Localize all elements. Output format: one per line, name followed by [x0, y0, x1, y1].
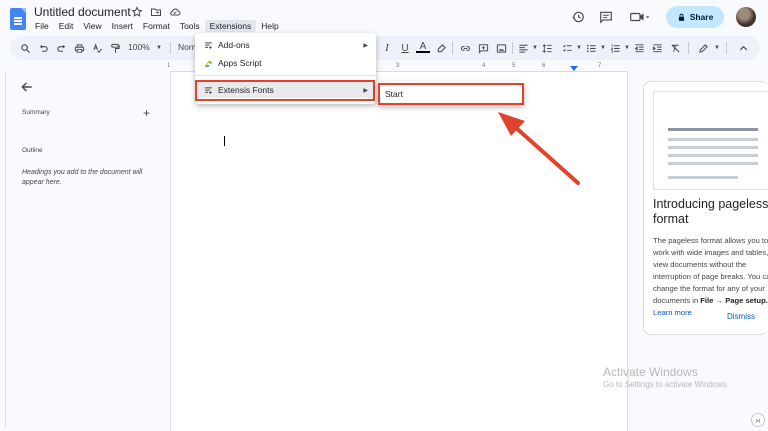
- search-menus-icon[interactable]: [18, 41, 32, 55]
- toolbar-divider: [726, 42, 727, 54]
- menu-divider: [195, 75, 376, 76]
- insert-link-icon[interactable]: [458, 41, 472, 55]
- comments-icon[interactable]: [598, 9, 614, 25]
- apps-script-icon: [203, 58, 213, 68]
- star-icon[interactable]: [130, 5, 143, 18]
- editing-mode-chevron-down-icon[interactable]: ▼: [710, 41, 724, 55]
- menu-item-apps-script[interactable]: Apps Script: [195, 55, 376, 71]
- ruler-tick: 5: [512, 63, 516, 69]
- dismiss-button[interactable]: Dismiss: [727, 312, 755, 321]
- zoom-chevron-down-icon[interactable]: ▼: [152, 41, 166, 55]
- ruler-tick: 4: [482, 63, 486, 69]
- highlight-color-icon[interactable]: [434, 41, 448, 55]
- zoom-select[interactable]: 100%: [128, 42, 150, 52]
- undo-icon[interactable]: [36, 41, 50, 55]
- menu-insert[interactable]: Insert: [107, 20, 138, 32]
- vertical-ruler[interactable]: [0, 72, 6, 427]
- avatar[interactable]: [736, 7, 756, 27]
- increase-indent-icon[interactable]: [650, 41, 664, 55]
- toolbar-divider: [170, 42, 171, 54]
- cloud-status-icon[interactable]: [168, 5, 181, 18]
- ruler-tick: 1: [167, 63, 171, 69]
- add-comment-icon[interactable]: [476, 41, 490, 55]
- panel-heading: Introducing pageless format: [653, 197, 768, 226]
- menu-item-label: Add-ons: [218, 40, 250, 50]
- menu-item-add-ons[interactable]: Add-ons ▶: [195, 37, 376, 53]
- annotation-highlight-box: [195, 80, 375, 101]
- move-folder-icon[interactable]: [149, 5, 162, 18]
- decrease-indent-icon[interactable]: [632, 41, 646, 55]
- menu-item-label: Apps Script: [218, 58, 262, 68]
- annotation-highlight-box: [378, 83, 524, 105]
- activate-windows-title: Activate Windows: [603, 365, 698, 379]
- learn-more-link[interactable]: Learn more: [653, 308, 692, 317]
- document-title[interactable]: Untitled document: [34, 5, 131, 19]
- text-cursor: [224, 136, 225, 146]
- menu-bar: File Edit View Insert Format Tools Exten…: [30, 20, 284, 32]
- toolbar: 100% ▼ Norm I U A ▼ ▼ ▼ ▼ ▼: [10, 36, 760, 60]
- menu-extensions[interactable]: Extensions: [204, 20, 257, 32]
- text-color-icon[interactable]: A: [416, 41, 430, 53]
- menu-help[interactable]: Help: [256, 20, 283, 32]
- italic-icon[interactable]: I: [380, 41, 394, 55]
- share-button[interactable]: Share: [666, 6, 724, 28]
- add-summary-plus-icon[interactable]: +: [143, 106, 150, 120]
- panel-body: The pageless format allows you to work w…: [653, 235, 768, 319]
- toolbar-divider: [452, 42, 453, 54]
- ruler-tick: 6: [542, 63, 546, 69]
- meet-icon[interactable]: [626, 9, 654, 25]
- expand-panel-arrows-icon[interactable]: ›‹: [751, 413, 765, 427]
- spellcheck-icon[interactable]: [90, 41, 104, 55]
- menu-view[interactable]: View: [78, 20, 106, 32]
- activate-windows-subtitle: Go to Settings to activate Windows.: [603, 380, 730, 389]
- pageless-promo-panel: Introducing pageless format The pageless…: [643, 81, 768, 335]
- ruler-tick: 3: [396, 63, 400, 69]
- toolbar-divider: [512, 42, 513, 54]
- hide-menus-chevron-up-icon[interactable]: [736, 41, 750, 55]
- share-label: Share: [689, 12, 714, 22]
- outline-label: Outline: [22, 147, 43, 154]
- pageless-preview-image: [653, 91, 768, 190]
- redo-icon[interactable]: [54, 41, 68, 55]
- docs-logo-icon[interactable]: [10, 8, 26, 30]
- outline-hint: Headings you add to the document will ap…: [22, 169, 143, 186]
- print-icon[interactable]: [72, 41, 86, 55]
- panel-body-text: The pageless format allows you to work w…: [653, 236, 768, 305]
- summary-label: Summary: [22, 109, 50, 116]
- paint-format-icon[interactable]: [108, 41, 122, 55]
- menu-format[interactable]: Format: [138, 20, 175, 32]
- add-ons-icon: [203, 40, 213, 50]
- document-page[interactable]: [170, 72, 628, 431]
- back-arrow-icon[interactable]: [20, 80, 34, 94]
- ruler-tick: 7: [598, 63, 602, 69]
- insert-image-icon[interactable]: [494, 41, 508, 55]
- editing-mode-pencil-icon[interactable]: [696, 41, 710, 55]
- lock-icon: [678, 13, 684, 21]
- version-history-icon[interactable]: [570, 9, 586, 25]
- toolbar-divider: [688, 42, 689, 54]
- menu-tools[interactable]: Tools: [175, 20, 205, 32]
- menu-edit[interactable]: Edit: [54, 20, 79, 32]
- right-indent-marker[interactable]: [570, 66, 578, 71]
- line-spacing-icon[interactable]: [540, 41, 554, 55]
- submenu-arrow-icon: ▶: [363, 42, 368, 49]
- clear-formatting-icon[interactable]: [668, 41, 682, 55]
- panel-body-bold: File → Page setup.: [700, 296, 768, 305]
- underline-icon[interactable]: U: [398, 41, 412, 55]
- menu-file[interactable]: File: [30, 20, 54, 32]
